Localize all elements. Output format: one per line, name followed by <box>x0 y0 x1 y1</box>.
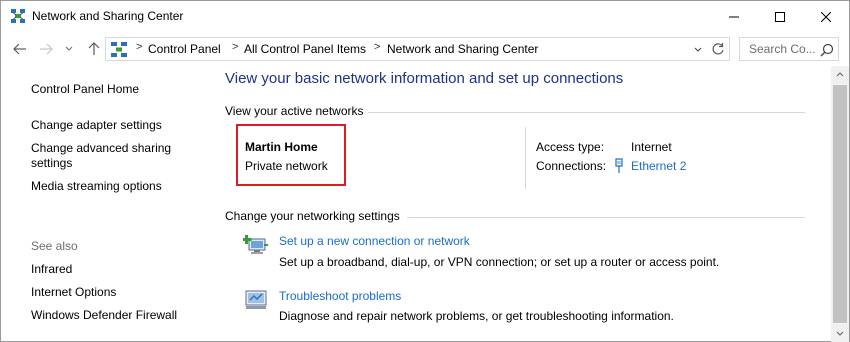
arrow-right-icon <box>40 43 53 55</box>
scroll-up-button[interactable] <box>831 66 849 83</box>
address-history-dropdown[interactable] <box>691 42 705 57</box>
change-settings-heading: Change your networking settings <box>225 209 400 223</box>
close-button[interactable] <box>803 1 849 32</box>
link-control-panel-home[interactable]: Control Panel Home <box>31 82 139 97</box>
section-divider <box>407 217 805 218</box>
recent-locations-button[interactable] <box>63 40 75 58</box>
breadcrumb-separator: > <box>374 41 381 53</box>
forward-button[interactable] <box>37 40 55 58</box>
access-type-value: Internet <box>631 140 672 154</box>
access-type-label: Access type: <box>536 140 605 154</box>
task-setup-connection-description: Set up a broadband, dial-up, or VPN conn… <box>279 255 720 269</box>
breadcrumb-network-center[interactable]: Network and Sharing Center <box>387 42 538 56</box>
network-highlight-box <box>236 124 346 186</box>
main-content: View your basic network information and … <box>216 66 831 342</box>
connections-label: Connections: <box>536 159 607 173</box>
task-troubleshoot-description: Diagnose and repair network problems, or… <box>279 309 674 323</box>
back-button[interactable] <box>11 40 29 58</box>
search-input[interactable]: Search Co... <box>739 37 839 61</box>
network-name: Martin Home <box>245 140 318 154</box>
task-troubleshoot-link[interactable]: Troubleshoot problems <box>279 289 401 303</box>
title-bar: Network and Sharing Center <box>1 1 849 32</box>
minimize-icon <box>729 16 739 17</box>
breadcrumb-separator: > <box>232 41 239 53</box>
search-placeholder: Search Co... <box>749 42 816 56</box>
maximize-icon <box>775 11 785 22</box>
chevron-down-icon <box>836 331 844 336</box>
scroll-thumb[interactable] <box>833 85 847 323</box>
link-internet-options[interactable]: Internet Options <box>31 285 116 300</box>
see-also-heading: See also <box>31 239 78 253</box>
troubleshoot-icon <box>245 290 267 309</box>
chevron-down-icon <box>694 47 702 52</box>
link-infrared[interactable]: Infrared <box>31 262 72 277</box>
section-divider <box>368 112 805 113</box>
arrow-left-icon <box>13 43 26 55</box>
window: Network and Sharing Center > Control Pan… <box>0 0 850 342</box>
up-button[interactable] <box>85 40 103 58</box>
breadcrumb-separator: > <box>136 41 143 53</box>
page-title: View your basic network information and … <box>225 70 624 87</box>
network-center-icon <box>11 9 25 23</box>
network-center-icon <box>111 42 127 57</box>
chevron-up-icon <box>836 72 844 77</box>
connection-ethernet-link[interactable]: Ethernet 2 <box>631 159 686 173</box>
link-windows-defender-firewall[interactable]: Windows Defender Firewall <box>31 308 177 323</box>
active-networks-heading: View your active networks <box>225 104 364 118</box>
link-change-advanced-sharing-settings[interactable]: Change advanced sharing settings <box>31 141 191 171</box>
breadcrumb-all-items[interactable]: All Control Panel Items <box>244 42 366 56</box>
arrow-up-icon <box>88 42 100 55</box>
task-setup-connection-link[interactable]: Set up a new connection or network <box>279 234 470 248</box>
navigation-bar: > Control Panel > All Control Panel Item… <box>1 32 849 66</box>
link-change-adapter-settings[interactable]: Change adapter settings <box>31 118 162 133</box>
window-title: Network and Sharing Center <box>32 9 184 23</box>
vertical-scrollbar[interactable] <box>831 66 849 342</box>
minimize-button[interactable] <box>711 1 757 32</box>
chevron-down-icon <box>65 46 73 51</box>
maximize-button[interactable] <box>757 1 803 32</box>
refresh-icon[interactable] <box>710 41 726 57</box>
network-type[interactable]: Private network <box>245 159 328 173</box>
left-navigation-pane: Control Panel Home Change adapter settin… <box>1 66 216 342</box>
close-icon <box>821 11 831 22</box>
link-media-streaming-options[interactable]: Media streaming options <box>31 179 162 194</box>
vertical-divider <box>525 127 526 189</box>
search-icon[interactable] <box>820 43 834 57</box>
breadcrumb-control-panel[interactable]: Control Panel <box>148 42 221 56</box>
ethernet-icon <box>615 158 623 173</box>
address-bar[interactable]: > Control Panel > All Control Panel Item… <box>105 37 730 61</box>
scroll-down-button[interactable] <box>831 325 849 342</box>
new-connection-icon <box>243 235 268 254</box>
